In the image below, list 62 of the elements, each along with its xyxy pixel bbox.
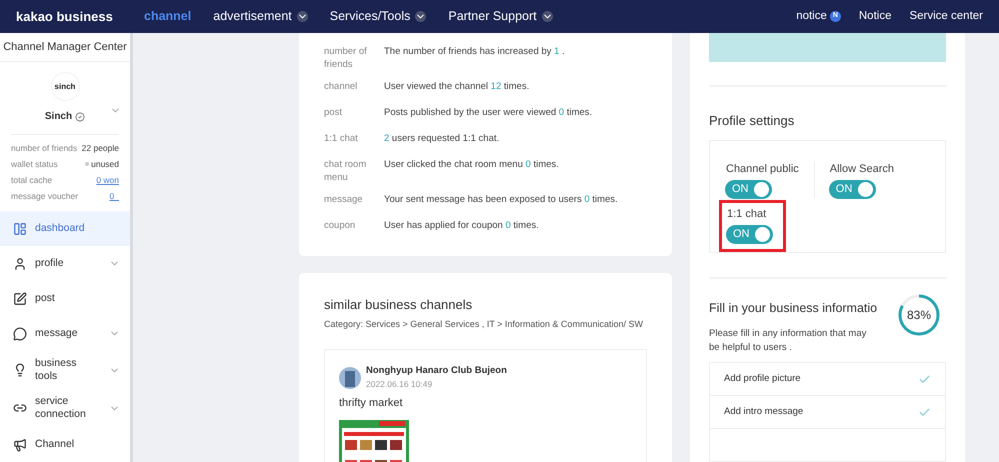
- header-link[interactable]: Service center: [909, 8, 983, 26]
- checklist-item[interactable]: Add intro message: [709, 395, 946, 429]
- activity-label: 1:1 chat: [324, 132, 359, 146]
- stat-link[interactable]: 0 won: [96, 174, 119, 186]
- category-text: Category: Services > General Services , IT > Information & Communication/ SW: [324, 318, 644, 331]
- checklist-item[interactable]: Add profile picture: [709, 362, 946, 396]
- stat-label: number of friends: [11, 142, 78, 154]
- activity-label: chat room menu: [324, 158, 368, 184]
- nav-tab[interactable]: Services/Tools: [330, 7, 426, 26]
- activity-text: User clicked the chat room menu 0 times.: [384, 158, 559, 172]
- post-date: 2022.06.16 10:49: [366, 378, 434, 391]
- activity-text: Your sent message has been exposed to users 0 times.: [384, 193, 618, 207]
- nav-item[interactable]: service connection: [0, 389, 130, 427]
- activity-label: coupon: [324, 219, 356, 233]
- author-name: Nonghyup Hanaro Club Bujeon: [366, 364, 507, 378]
- nav-tab[interactable]: channel: [144, 7, 192, 26]
- nav-item[interactable]: dashboard: [0, 211, 130, 246]
- activity-text: User viewed the channel 12 times.: [384, 80, 530, 94]
- lightbulb-icon: [13, 363, 27, 377]
- nav-item[interactable]: post: [0, 281, 130, 316]
- post-text: thrifty market: [339, 396, 404, 411]
- channel-logo: sinch: [52, 73, 78, 100]
- stat-value: unused: [91, 158, 119, 170]
- activity-text: Posts published by the user were viewed 0 times.: [384, 106, 592, 120]
- nav-item[interactable]: Channel: [0, 427, 130, 462]
- logo[interactable]: kakao business: [16, 6, 144, 26]
- stat-label: message voucher: [11, 190, 78, 202]
- pen-icon: [13, 292, 27, 306]
- speech-bubble-icon: [13, 326, 27, 340]
- stat-label: wallet status: [11, 158, 58, 170]
- avatar-icon: [339, 366, 361, 388]
- toggle-label: Allow Search: [828, 162, 895, 178]
- nav-item[interactable]: profile: [0, 246, 130, 281]
- stat-value: 22 people: [82, 142, 119, 154]
- section-title: Profile settings: [709, 112, 796, 130]
- progress-reading: 83%: [906, 308, 932, 322]
- stat-link[interactable]: 0_: [110, 190, 119, 202]
- sidebar-title: Channel Manager Center: [0, 33, 130, 62]
- activity-text: User has applied for coupon 0 times.: [384, 219, 539, 233]
- channel-name: Sinch: [44, 110, 72, 124]
- toggle-label: Channel public: [725, 162, 800, 178]
- progress-ring: [897, 293, 941, 338]
- toggle-label: 1:1 chat: [726, 207, 768, 222]
- nav-tab[interactable]: advertisement: [213, 7, 308, 26]
- nav-item[interactable]: message: [0, 316, 130, 351]
- stat-label: total cache: [11, 174, 52, 186]
- section-title: Fill in your business informatio: [709, 300, 878, 318]
- nav-item[interactable]: business tools: [0, 351, 130, 389]
- description: Please fill in any information that may be helpful to users .: [709, 327, 868, 355]
- user-icon: [13, 256, 27, 270]
- activity-label: number of friends: [324, 45, 368, 71]
- activity-label: channel: [324, 80, 358, 94]
- section-title: similar business channels: [324, 296, 474, 314]
- verified-icon: [75, 112, 86, 122]
- header-link[interactable]: Notice: [858, 8, 892, 26]
- megaphone-icon: [13, 438, 27, 452]
- activity-text: The number of friends has increased by 1 .: [384, 45, 565, 59]
- nav-tab[interactable]: Partner Support: [448, 7, 553, 26]
- activity-label: message: [324, 193, 364, 207]
- activity-text: 2 users requested 1:1 chat.: [384, 132, 500, 146]
- layout-icon: [13, 222, 27, 236]
- activity-label: post: [324, 106, 343, 120]
